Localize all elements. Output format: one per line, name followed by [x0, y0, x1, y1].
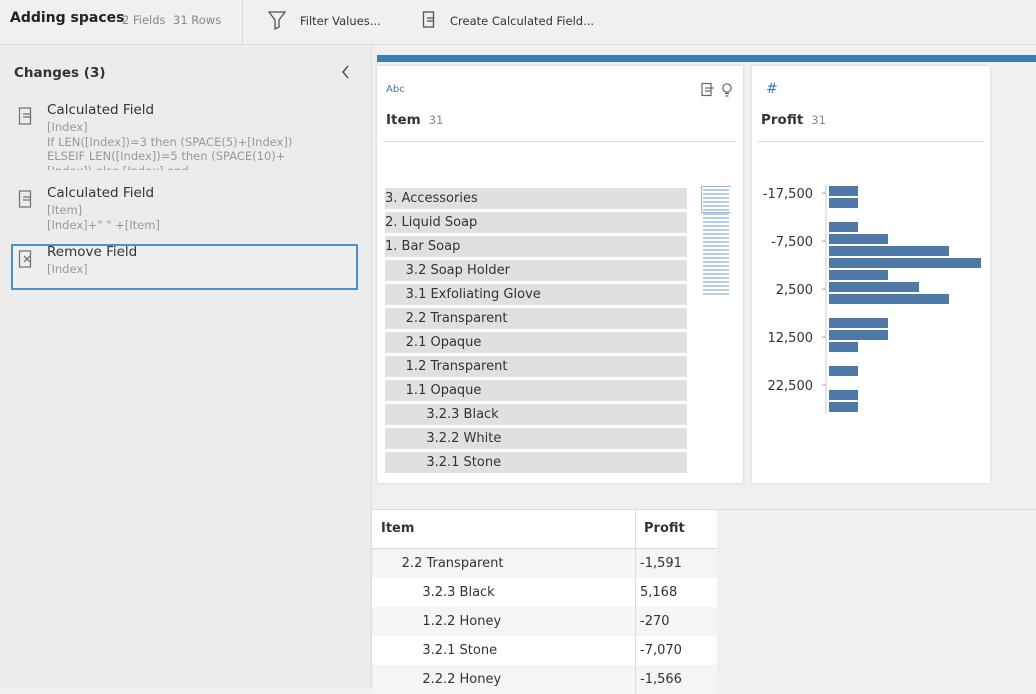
filter-values-button[interactable]: Filter Values...: [267, 8, 381, 34]
histogram-bar[interactable]: [829, 246, 949, 256]
histogram-bar[interactable]: [829, 330, 888, 340]
histogram-bar[interactable]: [829, 402, 858, 412]
cell-profit: -1,591: [635, 549, 717, 578]
value-row[interactable]: 2.1 Opaque: [385, 332, 687, 353]
collapse-panel-button[interactable]: [338, 63, 354, 81]
cell-profit: 5,168: [635, 578, 717, 607]
calculated-field-icon: [18, 106, 34, 130]
data-grid: Item Profit 2.2 Transparent -1,591 3.2.3…: [372, 510, 717, 694]
card-divider: [383, 141, 736, 142]
profit-profile-card: # Profit 31 -17,500 -7,500 2,500 12,500 22,50…: [752, 66, 990, 483]
field-name-item[interactable]: Item 31: [386, 112, 443, 128]
calculated-field-icon[interactable]: [701, 82, 715, 102]
value-row[interactable]: 3.2.3 Black: [385, 404, 687, 425]
grid-header: Item Profit: [372, 510, 717, 549]
change-detail: [Index] If LEN([Index])=3 then (SPACE(5)…: [47, 120, 293, 170]
rows-count: 31 Rows: [173, 13, 222, 27]
string-type-icon[interactable]: Abc: [386, 84, 405, 95]
value-row[interactable]: 2.2 Transparent: [385, 308, 687, 329]
table-row[interactable]: 2.2 Transparent -1,591: [372, 549, 717, 578]
cell-profit: -7,070: [635, 636, 717, 665]
table-row[interactable]: 1.2.2 Honey -270: [372, 607, 717, 636]
change-detail: [Item] [Index]+" " +[Item]: [47, 203, 160, 232]
values-scroll-minimap[interactable]: [701, 186, 734, 298]
toolbar-divider: [242, 0, 243, 44]
change-title: Remove Field: [47, 244, 138, 260]
histogram-bar[interactable]: [829, 234, 888, 244]
histogram-tick-label: 12,500: [768, 331, 814, 346]
table-row[interactable]: 3.2.3 Black 5,168: [372, 578, 717, 607]
histogram-tick-label: 22,500: [768, 379, 814, 394]
column-header-item[interactable]: Item: [372, 510, 635, 548]
value-row[interactable]: 1.1 Opaque: [385, 380, 687, 401]
cell-item: 3.2.3 Black: [381, 585, 495, 600]
cell-item: 2.2 Transparent: [381, 556, 504, 571]
histogram-bar[interactable]: [829, 186, 858, 196]
filter-values-label: Filter Values...: [300, 14, 381, 28]
histogram-bar[interactable]: [829, 342, 858, 352]
item-profile-card: Abc Item 31 3. Accessories 2. Liquid Soap…: [377, 66, 743, 483]
histogram-bar[interactable]: [829, 294, 949, 304]
value-row[interactable]: 3.2 Soap Holder: [385, 260, 687, 281]
value-row[interactable]: 1. Bar Soap: [385, 236, 687, 257]
histogram-bar[interactable]: [829, 318, 888, 328]
value-row[interactable]: 3.2.2 White: [385, 428, 687, 449]
histogram-tick-label: 2,500: [776, 283, 813, 298]
histogram-bar[interactable]: [829, 282, 919, 292]
field-value-count: 31: [811, 113, 826, 127]
filter-icon: [267, 10, 300, 33]
changes-title: Changes (3): [14, 65, 106, 81]
value-row[interactable]: 3.2.1 Stone: [385, 452, 687, 473]
change-title: Calculated Field: [47, 185, 155, 201]
change-detail: [Index]: [47, 262, 88, 276]
field-name-profit[interactable]: Profit 31: [761, 112, 826, 128]
number-type-icon[interactable]: #: [766, 81, 778, 97]
fields-count: 2 Fields: [122, 13, 166, 27]
histogram-bar[interactable]: [829, 390, 858, 400]
histogram-bar[interactable]: [829, 198, 858, 208]
flow-step-title: Adding spaces: [10, 10, 125, 26]
create-calculated-field-label: Create Calculated Field...: [450, 14, 595, 28]
card-divider: [758, 141, 984, 142]
change-item-remove-field[interactable]: Remove Field [Index]: [11, 244, 358, 290]
histogram-bar[interactable]: [829, 222, 858, 232]
table-row[interactable]: 3.2.1 Stone -7,070: [372, 636, 717, 665]
lightbulb-icon[interactable]: [721, 82, 733, 102]
histogram-tick-label: -7,500: [771, 235, 813, 250]
profile-pane-header-band: [377, 55, 1036, 62]
value-row[interactable]: 3. Accessories: [385, 188, 687, 209]
remove-field-icon: [18, 249, 34, 273]
change-item-calculated-field-index[interactable]: Calculated Field [Index] If LEN([Index])…: [11, 102, 358, 170]
cell-item: 2.2.2 Honey: [381, 672, 502, 687]
change-item-calculated-field-item[interactable]: Calculated Field [Item] [Index]+" " +[It…: [11, 185, 358, 239]
value-row[interactable]: 3.1 Exfoliating Glove: [385, 284, 687, 305]
field-name-label: Profit: [761, 112, 804, 128]
cell-profit: -1,566: [635, 665, 717, 694]
histogram-bar[interactable]: [829, 270, 888, 280]
create-calculated-field-button[interactable]: Create Calculated Field...: [422, 8, 594, 34]
table-row[interactable]: 2.2.2 Honey -1,566: [372, 665, 717, 694]
cell-item: 3.2.1 Stone: [381, 643, 498, 658]
cell-profit: -270: [635, 607, 717, 636]
chevron-left-icon: [338, 65, 354, 85]
field-name-label: Item: [386, 112, 421, 128]
calculated-field-icon: [422, 10, 450, 33]
histogram-bar[interactable]: [829, 258, 981, 268]
change-title: Calculated Field: [47, 102, 155, 118]
cell-item: 1.2.2 Honey: [381, 614, 502, 629]
field-value-count: 31: [428, 113, 444, 127]
toolbar: Adding spaces 2 Fields 31 Rows Filter Va…: [0, 0, 1036, 45]
value-row[interactable]: 1.2 Transparent: [385, 356, 687, 377]
value-row[interactable]: 2. Liquid Soap: [385, 212, 687, 233]
data-grid-area: Item Profit 2.2 Transparent -1,591 3.2.3…: [372, 509, 1036, 694]
column-header-profit[interactable]: Profit: [635, 510, 717, 548]
profit-histogram[interactable]: -17,500 -7,500 2,500 12,500 22,500: [752, 176, 990, 456]
calculated-field-icon: [18, 189, 34, 213]
histogram-tick-label: -17,500: [763, 187, 813, 202]
histogram-bar[interactable]: [829, 366, 858, 376]
changes-panel: Changes (3) Calculated Field [Index] If …: [0, 45, 372, 688]
